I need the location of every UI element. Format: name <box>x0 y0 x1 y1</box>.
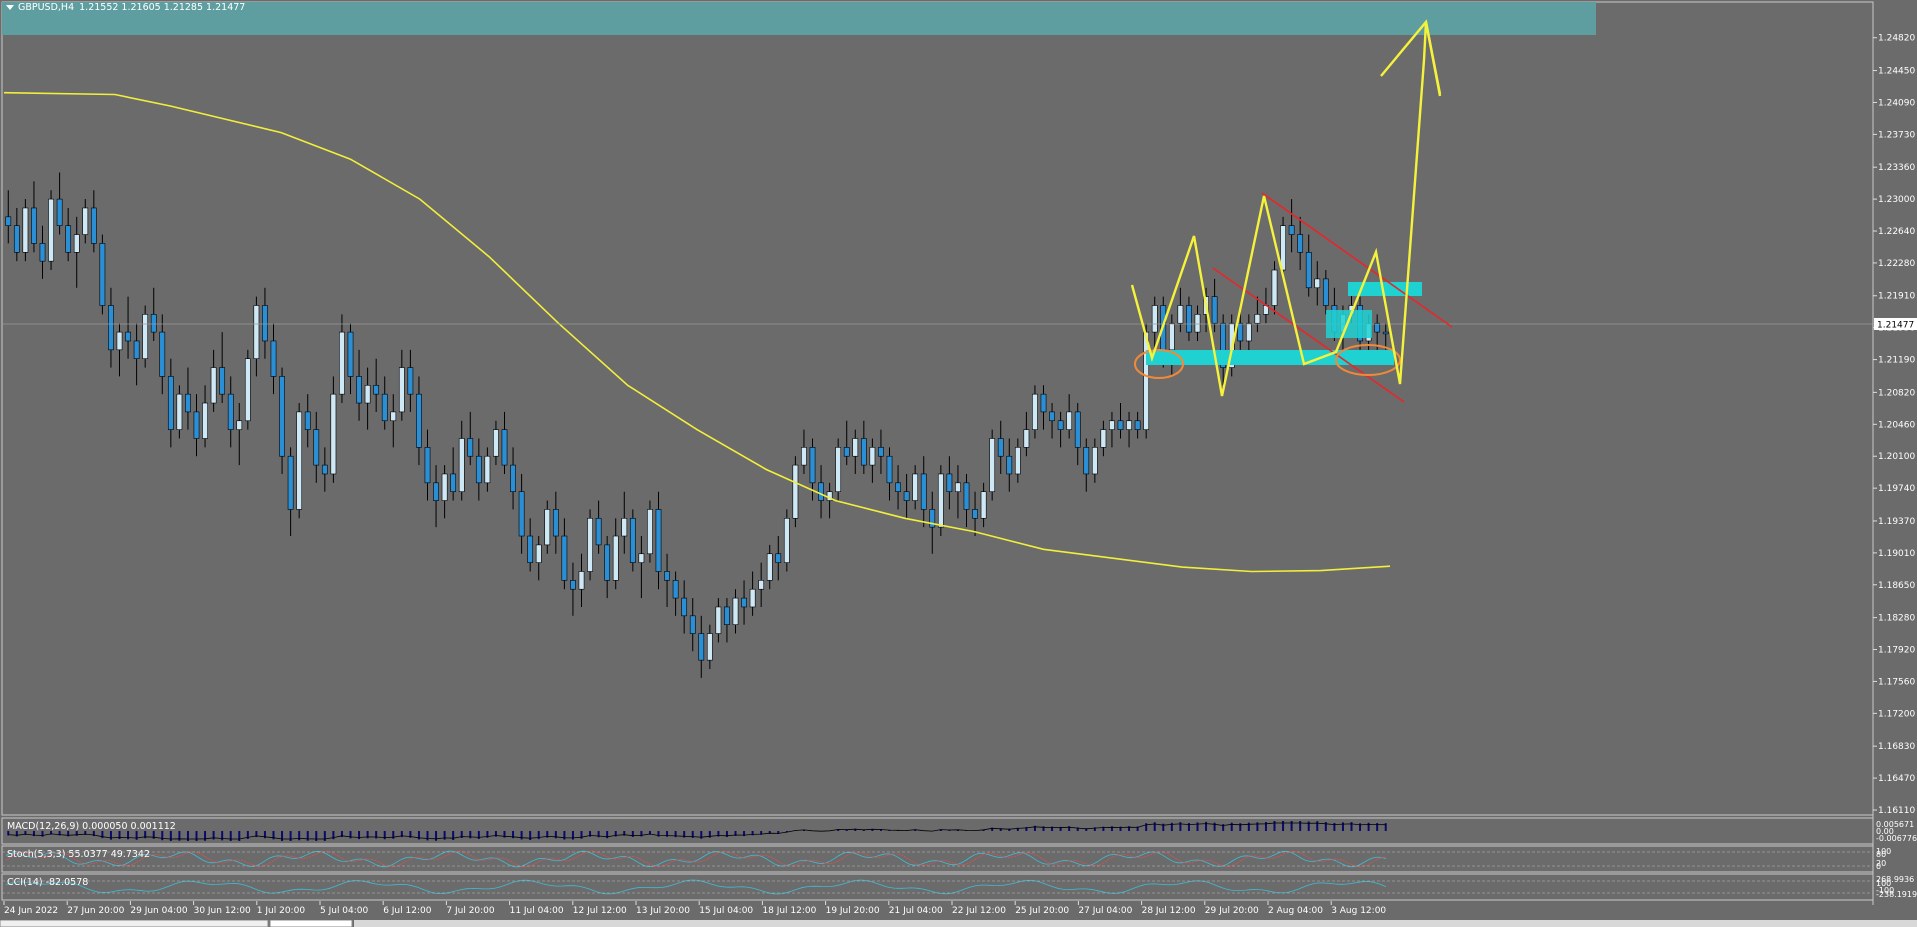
time-tick-label: 1 Jul 20:00 <box>257 906 306 916</box>
price-tick-label: 1.24090 <box>1878 98 1915 108</box>
candle <box>629 509 636 572</box>
price-tick-label: 1.22280 <box>1878 259 1915 269</box>
stoch-axis-label: 80 <box>1876 850 1886 859</box>
time-tick-label: 12 Jul 12:00 <box>573 906 627 916</box>
time-tick-label: 18 Jul 12:00 <box>762 906 816 916</box>
price-tick-label: 1.17200 <box>1878 709 1915 719</box>
tab-bar-fill <box>354 920 1917 927</box>
time-tick-label: 3 Aug 12:00 <box>1331 906 1386 916</box>
candle <box>22 199 29 262</box>
time-tick-label: 30 Jun 12:00 <box>194 906 251 916</box>
price-tick-label: 1.19370 <box>1878 517 1915 527</box>
time-tick-label: 27 Jun 20:00 <box>67 906 124 916</box>
chart-window[interactable]: 1.24820 1.24450 1.24090 1.23730 1.23360 1.230… <box>0 0 1917 927</box>
time-tick-label: 21 Jul 04:00 <box>889 906 943 916</box>
candle <box>99 234 106 315</box>
small-zone-cyan[interactable] <box>1326 310 1372 338</box>
chart-title-bar[interactable]: GBPUSD,H4 1.21552 1.21605 1.21285 1.2147… <box>0 0 245 14</box>
price-tick-label: 1.23730 <box>1878 130 1915 140</box>
chart-tab-2[interactable] <box>269 920 353 927</box>
price-tick-label: 1.20100 <box>1878 452 1915 462</box>
time-tick-label: 7 Jul 20:00 <box>446 906 495 916</box>
time-tick-label: 2 Aug 04:00 <box>1268 906 1323 916</box>
ohlc-readout: 1.21552 1.21605 1.21285 1.21477 <box>79 1 246 13</box>
price-tick-label: 1.17560 <box>1878 677 1915 687</box>
time-tick-label: 11 Jul 04:00 <box>510 906 564 916</box>
price-tick-label: 1.23000 <box>1878 195 1915 205</box>
price-tick-label: 1.16470 <box>1878 774 1915 784</box>
time-tick-label: 24 Jun 2022 <box>4 906 58 916</box>
price-tick-label: 1.24820 <box>1878 34 1915 44</box>
time-tick-label: 28 Jul 12:00 <box>1142 906 1196 916</box>
time-tick-label: 25 Jul 20:00 <box>1015 906 1069 916</box>
candle <box>587 509 593 581</box>
candle <box>835 438 842 501</box>
price-tick-label: 1.21910 <box>1878 292 1915 302</box>
time-tick-label: 5 Jul 04:00 <box>320 906 369 916</box>
price-tick-label: 1.20460 <box>1878 420 1915 430</box>
price-tick-label: 1.22640 <box>1878 227 1915 237</box>
current-price-label: 1.21477 <box>1877 321 1914 331</box>
candle <box>142 305 149 368</box>
macd-label: MACD(12,26,9) 0.000050 0.001112 <box>7 821 176 832</box>
price-tick-label: 1.16830 <box>1878 742 1915 752</box>
candle <box>792 456 799 528</box>
price-tick-label: 1.23360 <box>1878 163 1915 173</box>
time-tick-label: 15 Jul 04:00 <box>699 906 753 916</box>
price-tick-label: 1.20820 <box>1878 388 1915 398</box>
price-tick-label: 1.21190 <box>1878 356 1915 366</box>
macd-axis-label: -0.006776 <box>1876 834 1917 843</box>
time-tick-label: 19 Jul 20:00 <box>826 906 880 916</box>
price-tick-label: 1.17920 <box>1878 646 1915 656</box>
price-tick-label: 1.24450 <box>1878 67 1915 77</box>
symbol-label: GBPUSD,H4 <box>18 1 75 13</box>
price-tick-label: 1.19010 <box>1878 549 1915 559</box>
cci-axis-label: -238.1919 <box>1876 890 1917 899</box>
candle <box>647 500 653 563</box>
candle <box>244 349 251 430</box>
price-tick-label: 1.18280 <box>1878 614 1915 624</box>
time-tick-label: 27 Jul 04:00 <box>1078 906 1132 916</box>
candle <box>783 509 790 572</box>
price-chart[interactable]: 1.24820 1.24450 1.24090 1.23730 1.23360 1.230… <box>0 0 1917 927</box>
chart-tab-1[interactable] <box>0 920 269 927</box>
time-tick-label: 6 Jul 12:00 <box>383 906 432 916</box>
time-tick-label: 29 Jul 20:00 <box>1205 906 1259 916</box>
price-tick-label: 1.19740 <box>1878 484 1915 494</box>
price-tick-label: 1.18650 <box>1878 581 1915 591</box>
candle <box>989 429 996 501</box>
price-tick-label: 1.16110 <box>1878 806 1915 816</box>
stoch-axis-label: 0 <box>1876 862 1881 871</box>
time-tick-label: 13 Jul 20:00 <box>636 906 690 916</box>
cci-label: CCI(14) -82.0578 <box>7 877 89 888</box>
time-tick-label: 22 Jul 12:00 <box>952 906 1006 916</box>
candle <box>296 403 303 519</box>
collapse-triangle-icon[interactable] <box>6 4 14 10</box>
candle <box>48 190 54 271</box>
bottom-tab-bar[interactable] <box>0 920 1917 927</box>
time-tick-label: 29 Jun 04:00 <box>130 906 187 916</box>
stoch-label: Stoch(5,3,3) 55.0377 49.7342 <box>7 849 151 860</box>
